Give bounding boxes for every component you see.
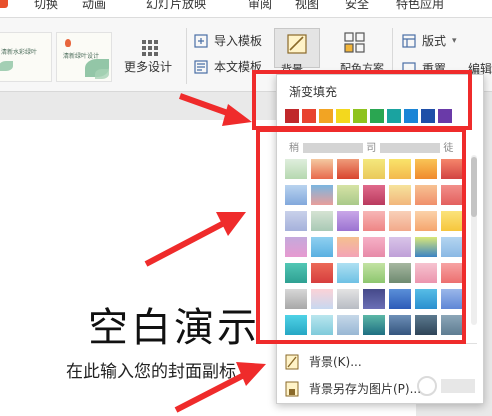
annotation-arrows — [144, 93, 266, 413]
arrow-to-color-row — [178, 93, 252, 126]
arrow-bottom — [174, 362, 266, 413]
arrow-to-grid — [144, 212, 246, 267]
